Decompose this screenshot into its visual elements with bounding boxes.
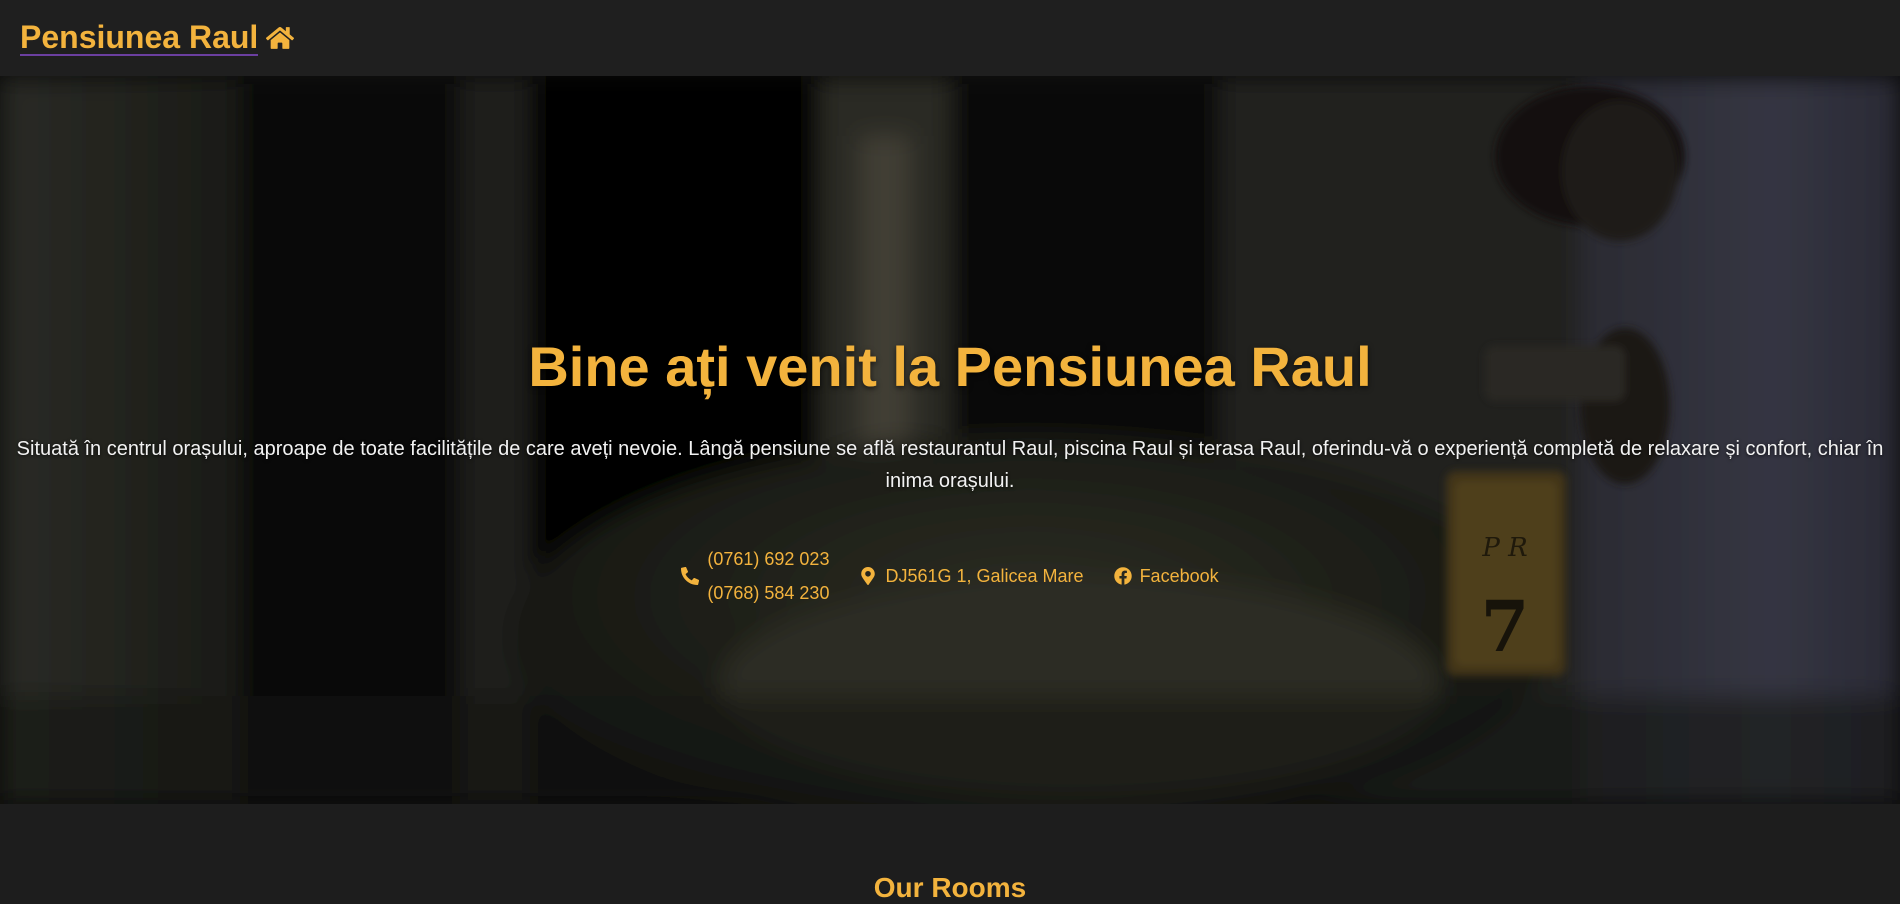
address-text: DJ561G 1, Galicea Mare (885, 565, 1084, 586)
hero-content: Bine ați venit la Pensiunea Raul Situată… (0, 76, 1900, 804)
hero-description: Situată în centrul orașului, aproape de … (16, 438, 1884, 492)
map-marker-icon (861, 567, 876, 585)
phone-list: (0761) 692 023 (0768) 584 230 (707, 547, 829, 605)
brand-name: Pensiunea Raul (20, 19, 259, 56)
phone-number-2[interactable]: (0768) 584 230 (707, 581, 829, 605)
facebook-label: Facebook (1139, 565, 1219, 586)
rooms-section: Our Rooms (0, 804, 1900, 903)
home-icon (266, 27, 295, 49)
brand-link[interactable]: Pensiunea Raul (20, 19, 295, 56)
rooms-title: Our Rooms (873, 872, 1027, 903)
address-link[interactable]: DJ561G 1, Galicea Mare (859, 565, 1084, 587)
phone-contact: (0761) 692 023 (0768) 584 230 (681, 547, 829, 605)
hero-title: Bine ați venit la Pensiunea Raul (528, 335, 1372, 398)
navbar: Pensiunea Raul (0, 0, 1900, 76)
contact-links: (0761) 692 023 (0768) 584 230 DJ561G 1, … (0, 536, 1900, 616)
phone-icon (681, 567, 700, 585)
facebook-link[interactable]: Facebook (1113, 565, 1219, 587)
hero-section: P R 7 Bine ați venit la Pensiunea Raul S… (0, 76, 1900, 804)
phone-number-1[interactable]: (0761) 692 023 (707, 547, 829, 571)
facebook-icon (1113, 567, 1132, 585)
